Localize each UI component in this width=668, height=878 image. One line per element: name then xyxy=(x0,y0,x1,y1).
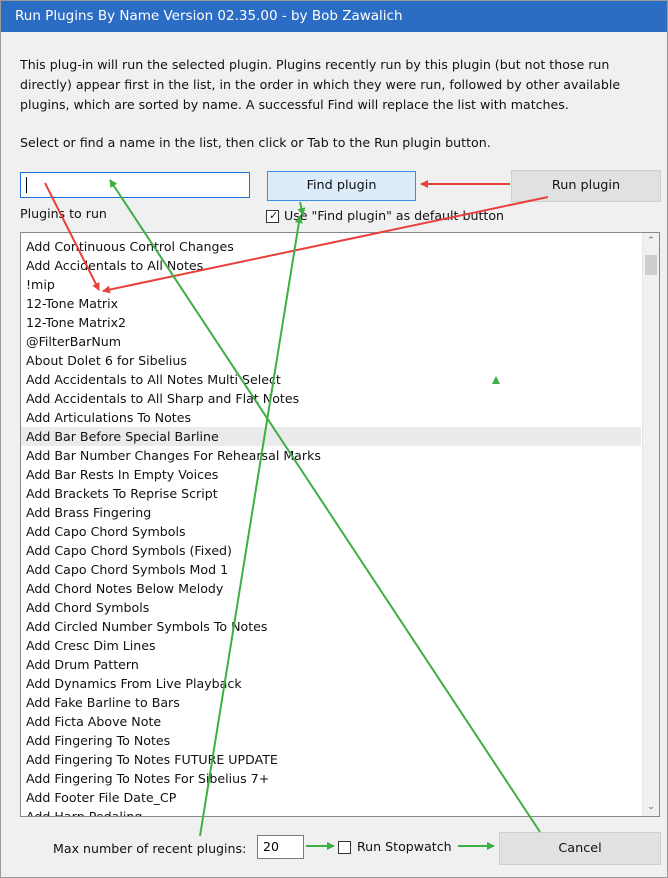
list-item[interactable]: Add Continuous Control Changes xyxy=(21,237,641,256)
list-item[interactable]: Add Circled Number Symbols To Notes xyxy=(21,617,641,636)
find-plugin-button[interactable]: Find plugin xyxy=(267,171,416,201)
list-item[interactable]: Add Capo Chord Symbols (Fixed) xyxy=(21,541,641,560)
list-item[interactable]: Add Chord Notes Below Melody xyxy=(21,579,641,598)
list-item[interactable]: Add Articulations To Notes xyxy=(21,408,641,427)
default-button-label: Use "Find plugin" as default button xyxy=(284,208,505,223)
list-item[interactable]: Add Drum Pattern xyxy=(21,655,641,674)
list-item[interactable]: Add Bar Number Changes For Rehearsal Mar… xyxy=(21,446,641,465)
list-item[interactable]: Add Fingering To Notes For Sibelius 7+ xyxy=(21,769,641,788)
plugin-list[interactable]: Add Continuous Control Changes Add Accide… xyxy=(20,232,660,817)
search-input[interactable] xyxy=(20,172,250,198)
list-item[interactable]: Add Accidentals to All Notes xyxy=(21,256,641,275)
plugins-to-run-label: Plugins to run xyxy=(20,206,107,221)
list-item[interactable]: Add Bar Rests In Empty Voices xyxy=(21,465,641,484)
run-plugin-button[interactable]: Run plugin xyxy=(511,170,661,202)
list-item[interactable]: Add Bar Before Special Barline xyxy=(21,427,641,446)
list-item[interactable]: Add Ficta Above Note xyxy=(21,712,641,731)
run-stopwatch-checkbox[interactable] xyxy=(338,841,351,854)
list-item[interactable]: Add Brass Fingering xyxy=(21,503,641,522)
list-item[interactable]: About Dolet 6 for Sibelius xyxy=(21,351,641,370)
list-item[interactable]: Add Dynamics From Live Playback xyxy=(21,674,641,693)
list-item[interactable]: Add Capo Chord Symbols Mod 1 xyxy=(21,560,641,579)
chevron-down-icon[interactable]: ⌄ xyxy=(643,799,659,816)
plugin-list-rows: Add Continuous Control Changes Add Accide… xyxy=(21,237,641,816)
list-item[interactable]: Add Harp Pedaling xyxy=(21,807,641,816)
checkmark-icon: ✓ xyxy=(269,209,279,222)
instruction-text: Select or find a name in the list, then … xyxy=(20,135,491,150)
list-item[interactable]: Add Capo Chord Symbols xyxy=(21,522,641,541)
run-stopwatch-label: Run Stopwatch xyxy=(357,839,452,854)
dialog-window: Run Plugins By Name Version 02.35.00 - b… xyxy=(0,0,668,878)
list-item[interactable]: Add Brackets To Reprise Script xyxy=(21,484,641,503)
list-item[interactable]: 12-Tone Matrix xyxy=(21,294,641,313)
list-item[interactable]: @FilterBarNum xyxy=(21,332,641,351)
list-item[interactable]: Add Footer File Date_CP xyxy=(21,788,641,807)
list-scrollbar[interactable]: ⌃ ⌄ xyxy=(642,233,659,816)
list-item[interactable]: Add Accidentals to All Sharp and Flat No… xyxy=(21,389,641,408)
list-item[interactable]: Add Chord Symbols xyxy=(21,598,641,617)
list-item[interactable]: Add Cresc Dim Lines xyxy=(21,636,641,655)
list-item[interactable]: Add Fake Barline to Bars xyxy=(21,693,641,712)
description-text: This plug-in will run the selected plugi… xyxy=(20,57,621,112)
list-item[interactable]: Add Accidentals to All Notes Multi Selec… xyxy=(21,370,641,389)
text-caret xyxy=(26,177,27,193)
list-item[interactable]: !mip xyxy=(21,275,641,294)
max-recent-input[interactable]: 20 xyxy=(257,835,304,859)
list-item[interactable]: Add Fingering To Notes xyxy=(21,731,641,750)
list-item[interactable]: 12-Tone Matrix2 xyxy=(21,313,641,332)
cancel-button[interactable]: Cancel xyxy=(499,832,661,865)
window-title: Run Plugins By Name Version 02.35.00 - b… xyxy=(1,1,667,32)
list-item[interactable]: Add Fingering To Notes FUTURE UPDATE xyxy=(21,750,641,769)
chevron-up-icon[interactable]: ⌃ xyxy=(643,233,659,250)
scrollbar-thumb[interactable] xyxy=(645,255,657,275)
max-recent-label: Max number of recent plugins: xyxy=(53,841,247,856)
default-button-checkbox[interactable]: ✓ xyxy=(266,209,279,223)
